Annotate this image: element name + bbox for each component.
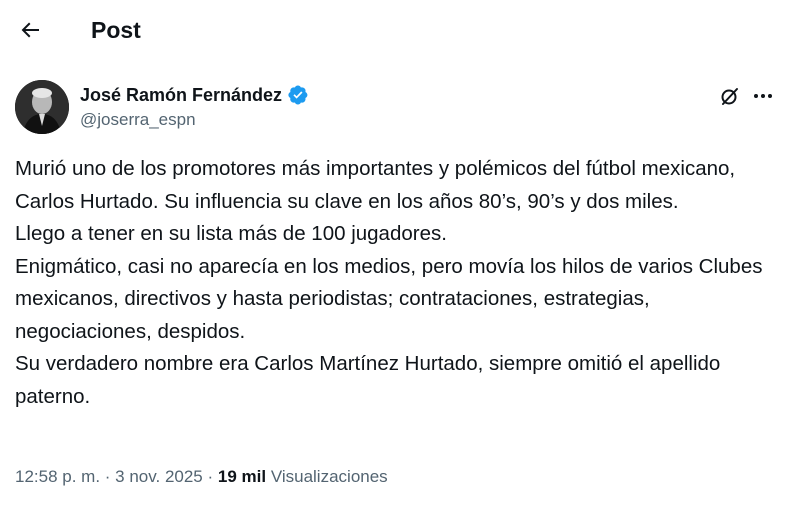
post-paragraph: Llego a tener en su lista más de 100 jug… xyxy=(15,222,447,245)
back-button[interactable] xyxy=(12,12,48,48)
more-icon xyxy=(754,94,772,98)
author-block: José Ramón Fernández @joserra_espn xyxy=(80,83,309,131)
post-meta: 12:58 p. m. · 3 nov. 2025 · 19 mil Visua… xyxy=(15,465,388,489)
grok-icon xyxy=(721,88,738,105)
post-header: Post xyxy=(0,0,800,60)
author-handle[interactable]: @joserra_espn xyxy=(80,109,309,131)
post-paragraph: Murió uno de los promotores más importan… xyxy=(15,157,736,213)
avatar-photo xyxy=(15,80,69,134)
post-paragraph: Su verdadero nombre era Carlos Martínez … xyxy=(15,352,721,408)
post-time[interactable]: 12:58 p. m. xyxy=(15,467,100,486)
post-date[interactable]: 3 nov. 2025 xyxy=(115,467,203,486)
post-text: Murió uno de los promotores más importan… xyxy=(15,153,790,413)
verified-badge-icon[interactable] xyxy=(287,84,309,106)
meta-separator: · xyxy=(100,467,116,486)
meta-separator: · xyxy=(202,467,218,486)
post-paragraph: Enigmático, casi no aparecía en los medi… xyxy=(15,254,763,343)
page-title: Post xyxy=(91,17,141,43)
arrow-left-icon xyxy=(21,22,39,38)
avatar[interactable] xyxy=(15,80,69,134)
author-name[interactable]: José Ramón Fernández xyxy=(80,83,282,107)
grok-button[interactable] xyxy=(716,82,744,110)
more-options-button[interactable] xyxy=(748,82,778,110)
views-count: 19 mil xyxy=(217,467,267,486)
views-label: Visualizaciones xyxy=(270,467,388,486)
